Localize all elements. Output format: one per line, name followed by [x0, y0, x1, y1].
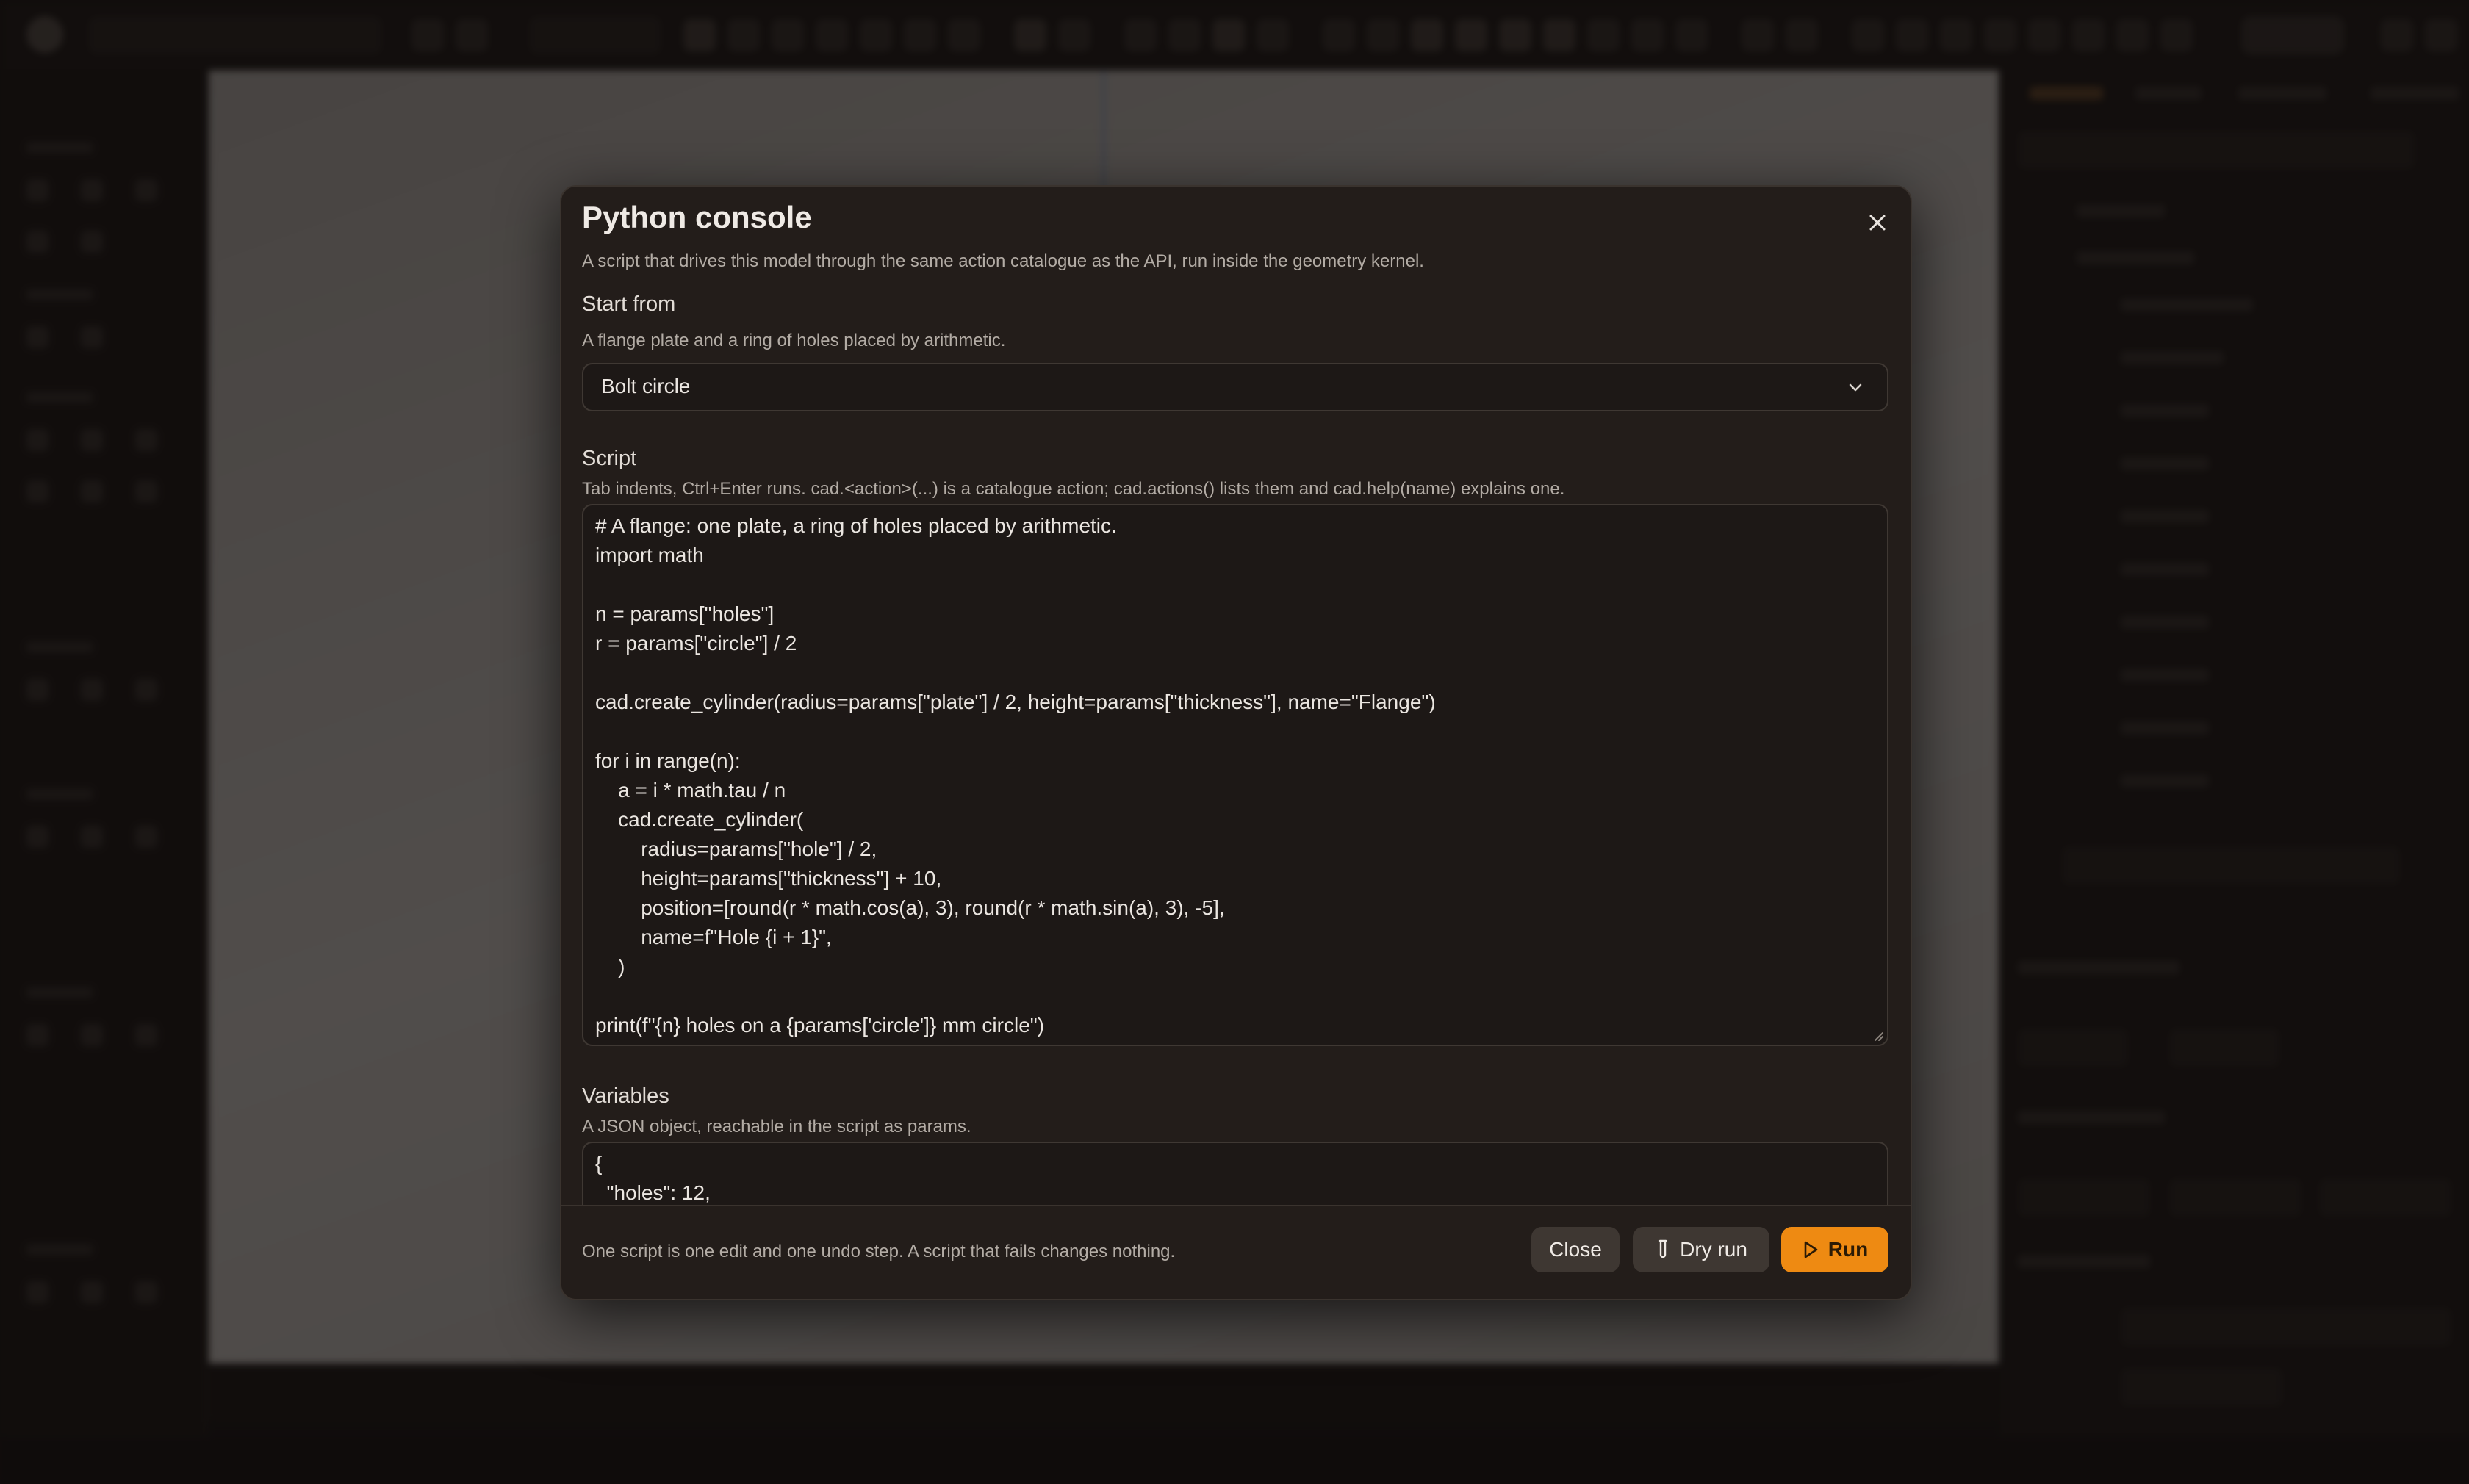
close-button[interactable]: Close — [1531, 1227, 1620, 1272]
play-icon — [1804, 1241, 1818, 1258]
dialog-title: Python console — [582, 200, 812, 234]
template-select[interactable]: Bolt circle — [582, 363, 1888, 411]
close-button-label: Close — [1549, 1238, 1602, 1261]
start-from-description: A flange plate and a ring of holes place… — [582, 331, 1006, 350]
script-description: Tab indents, Ctrl+Enter runs. cad.<actio… — [582, 479, 1565, 499]
dry-run-button[interactable]: Dry run — [1633, 1227, 1769, 1272]
test-tube-icon — [1658, 1239, 1667, 1258]
variables-code[interactable]: { "holes": 12, — [595, 1149, 711, 1208]
footer-note: One script is one edit and one undo step… — [582, 1242, 1176, 1261]
python-console-dialog: Python console A script that drives this… — [560, 185, 1912, 1300]
start-from-label: Start from — [582, 292, 676, 316]
template-select-value: Bolt circle — [601, 375, 691, 397]
close-icon[interactable] — [1861, 206, 1894, 239]
dry-run-button-label: Dry run — [1680, 1238, 1747, 1261]
run-button[interactable]: Run — [1781, 1227, 1888, 1272]
dialog-footer: One script is one edit and one undo step… — [561, 1205, 1911, 1299]
resize-handle-icon[interactable] — [1871, 1029, 1884, 1045]
dialog-subtitle: A script that drives this model through … — [582, 251, 1424, 271]
script-code[interactable]: # A flange: one plate, a ring of holes p… — [595, 511, 1436, 1040]
run-button-label: Run — [1828, 1238, 1869, 1261]
variables-label: Variables — [582, 1084, 669, 1108]
script-label: Script — [582, 447, 637, 470]
script-editor[interactable]: # A flange: one plate, a ring of holes p… — [582, 504, 1888, 1046]
variables-description: A JSON object, reachable in the script a… — [582, 1117, 971, 1137]
chevron-down-icon — [1846, 378, 1865, 400]
